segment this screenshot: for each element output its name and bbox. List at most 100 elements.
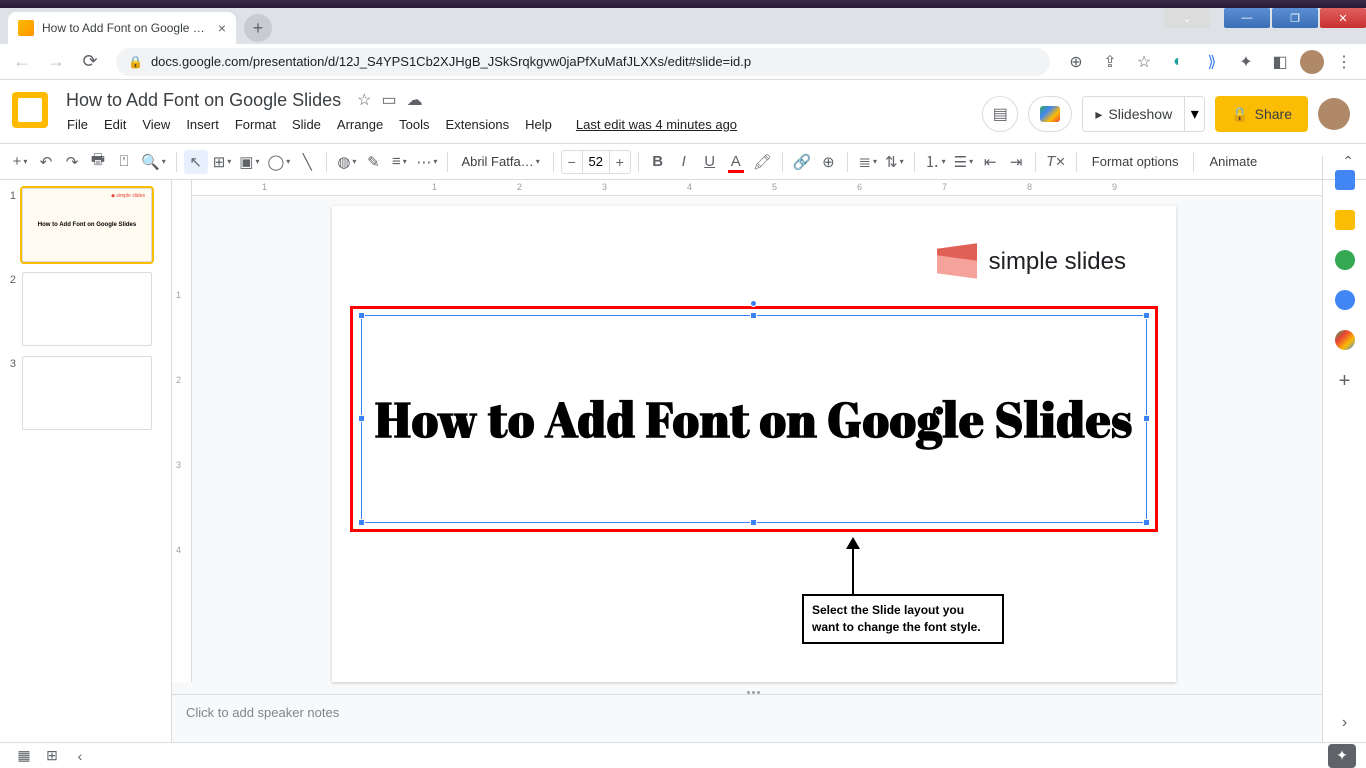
redo-button[interactable]: ↷: [60, 150, 84, 174]
explore-button[interactable]: ✦: [1328, 744, 1356, 768]
line-tool[interactable]: ╲: [295, 150, 319, 174]
resize-handle[interactable]: [358, 312, 365, 319]
font-size-decrease[interactable]: −: [562, 154, 582, 170]
grid-view-button[interactable]: ⊞: [38, 747, 66, 764]
slide-thumbnail-1[interactable]: ◆ simple slides How to Add Font on Googl…: [22, 188, 152, 262]
bookmark-icon[interactable]: ☆: [1130, 48, 1158, 76]
maps-icon[interactable]: [1335, 330, 1355, 350]
menu-file[interactable]: File: [60, 113, 95, 136]
resize-handle[interactable]: [358, 415, 365, 422]
resize-handle[interactable]: [1143, 519, 1150, 526]
account-avatar-icon[interactable]: [1318, 98, 1350, 130]
share-button[interactable]: 🔒 Share: [1215, 96, 1308, 132]
zoom-icon[interactable]: ⊕: [1062, 48, 1090, 76]
image-tool[interactable]: ▣: [236, 150, 262, 174]
undo-button[interactable]: ↶: [34, 150, 58, 174]
italic-button[interactable]: I: [672, 150, 696, 174]
font-size-value[interactable]: 52: [582, 151, 610, 173]
animate-button[interactable]: Animate: [1201, 154, 1265, 169]
border-dash-button[interactable]: ⋯: [413, 150, 440, 174]
menu-edit[interactable]: Edit: [97, 113, 133, 136]
shape-tool[interactable]: ◯: [265, 150, 294, 174]
slide-thumbnail-3[interactable]: [22, 356, 152, 430]
title-textbox[interactable]: How to Add Font on Google Slides: [361, 315, 1147, 523]
window-minimize-button[interactable]: —: [1224, 8, 1270, 28]
highlight-button[interactable]: 🖍: [750, 150, 775, 174]
kebab-menu-icon[interactable]: ⋮: [1330, 48, 1358, 76]
cast-icon[interactable]: ⟫: [1198, 48, 1226, 76]
tasks-icon[interactable]: [1335, 250, 1355, 270]
move-icon[interactable]: ▭: [382, 90, 397, 110]
resize-handle[interactable]: [1143, 415, 1150, 422]
clear-formatting-button[interactable]: T✕: [1043, 150, 1069, 174]
extension-1-icon[interactable]: ◐: [1164, 48, 1192, 76]
slide-canvas[interactable]: simple slides How to Add Font on Google …: [332, 206, 1176, 682]
resize-handle[interactable]: [750, 312, 757, 319]
addons-plus-icon[interactable]: +: [1339, 370, 1351, 393]
account-dropdown-icon[interactable]: ⌄: [1164, 8, 1210, 28]
insert-link-button[interactable]: 🔗: [790, 150, 815, 174]
tab-close-icon[interactable]: ×: [218, 20, 226, 36]
select-tool[interactable]: ↖: [184, 150, 208, 174]
numbered-list-button[interactable]: ⒈: [922, 150, 949, 174]
extensions-puzzle-icon[interactable]: ✦: [1232, 48, 1260, 76]
menu-format[interactable]: Format: [228, 113, 283, 136]
speaker-notes[interactable]: Click to add speaker notes: [172, 694, 1322, 742]
share-page-icon[interactable]: ⇪: [1096, 48, 1124, 76]
notes-resize-grip[interactable]: [747, 691, 771, 695]
sidepanel-icon[interactable]: ◧: [1266, 48, 1294, 76]
reload-button[interactable]: ⟳: [76, 48, 104, 76]
border-color-button[interactable]: ✎: [361, 150, 385, 174]
new-tab-button[interactable]: +: [244, 14, 272, 42]
bold-button[interactable]: B: [646, 150, 670, 174]
text-color-button[interactable]: A: [724, 150, 748, 174]
filmstrip-view-button[interactable]: ▦: [10, 747, 38, 764]
indent-increase-button[interactable]: ⇥: [1004, 150, 1028, 174]
menu-slide[interactable]: Slide: [285, 113, 328, 136]
indent-decrease-button[interactable]: ⇤: [978, 150, 1002, 174]
resize-handle[interactable]: [358, 519, 365, 526]
menu-view[interactable]: View: [135, 113, 177, 136]
new-slide-button[interactable]: +: [8, 150, 32, 174]
line-spacing-button[interactable]: ⇅: [882, 150, 907, 174]
menu-extensions[interactable]: Extensions: [439, 113, 517, 136]
comments-button[interactable]: ▤: [982, 96, 1018, 132]
forward-button[interactable]: →: [42, 48, 70, 76]
fill-color-button[interactable]: ◍: [334, 150, 359, 174]
star-icon[interactable]: ☆: [357, 90, 371, 110]
border-weight-button[interactable]: ≡: [387, 150, 411, 174]
bulleted-list-button[interactable]: ☰: [951, 150, 976, 174]
align-button[interactable]: ≣: [855, 150, 880, 174]
slideshow-dropdown[interactable]: ▾: [1184, 97, 1204, 131]
textbox-tool[interactable]: ⊞: [210, 150, 235, 174]
menu-insert[interactable]: Insert: [179, 113, 226, 136]
format-options-button[interactable]: Format options: [1084, 154, 1187, 169]
calendar-icon[interactable]: [1335, 170, 1355, 190]
resize-handle[interactable]: [750, 519, 757, 526]
slide-thumbnail-2[interactable]: [22, 272, 152, 346]
slideshow-button[interactable]: ▸Slideshow ▾: [1082, 96, 1205, 132]
url-field[interactable]: 🔒 docs.google.com/presentation/d/12J_S4Y…: [116, 48, 1050, 76]
back-button[interactable]: ←: [8, 48, 36, 76]
menu-arrange[interactable]: Arrange: [330, 113, 390, 136]
underline-button[interactable]: U: [698, 150, 722, 174]
font-family-select[interactable]: Abril Fatfa…: [455, 150, 545, 174]
paint-format-button[interactable]: ⍞: [112, 150, 136, 174]
window-close-button[interactable]: ✕: [1320, 8, 1366, 28]
collapse-filmstrip-button[interactable]: ‹: [66, 748, 94, 764]
sidepanel-collapse-icon[interactable]: ›: [1342, 714, 1347, 732]
browser-tab[interactable]: How to Add Font on Google Slide ×: [8, 12, 236, 44]
keep-icon[interactable]: [1335, 210, 1355, 230]
menu-help[interactable]: Help: [518, 113, 559, 136]
cloud-status-icon[interactable]: ☁: [407, 90, 423, 110]
document-title[interactable]: How to Add Font on Google Slides: [60, 88, 347, 113]
resize-handle[interactable]: [1143, 312, 1150, 319]
contacts-icon[interactable]: [1335, 290, 1355, 310]
canvas-area[interactable]: 1 1 2 3 4 5 6 7 8 9 1 2 3 4 simple slide…: [172, 180, 1322, 742]
font-size-increase[interactable]: +: [610, 154, 630, 170]
menu-tools[interactable]: Tools: [392, 113, 436, 136]
zoom-button[interactable]: 🔍: [138, 150, 169, 174]
insert-comment-button[interactable]: ⊕: [816, 150, 840, 174]
print-button[interactable]: 🖶: [86, 150, 110, 174]
meet-button[interactable]: [1028, 96, 1072, 132]
